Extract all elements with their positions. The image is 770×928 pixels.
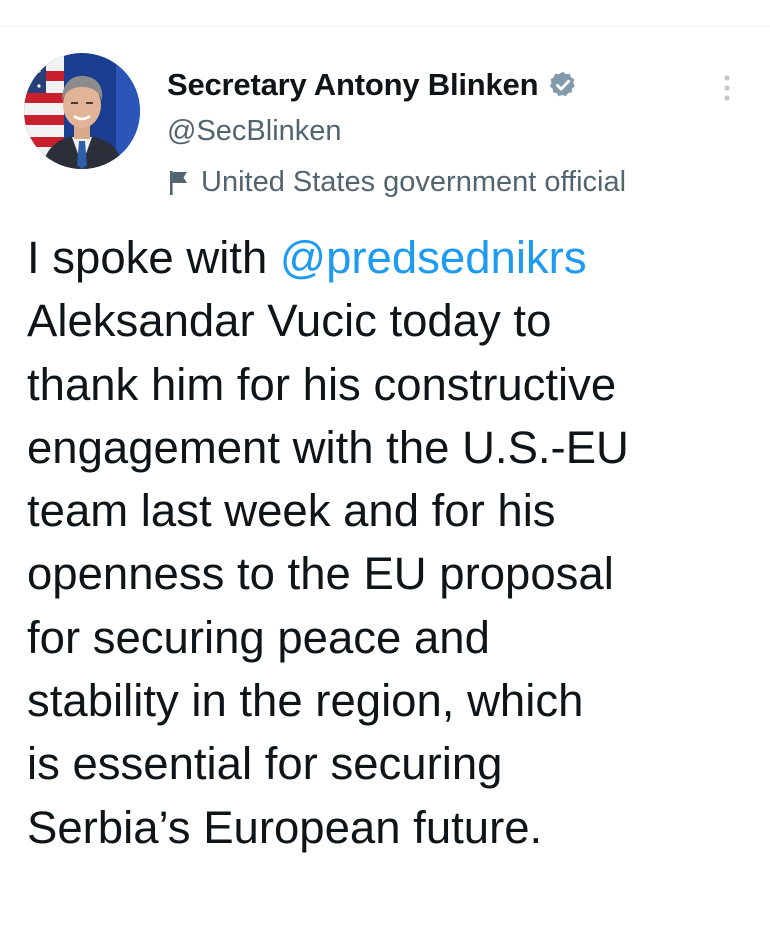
government-official-label: United States government official (201, 165, 627, 198)
tweet-text-line: for securing peace and (27, 611, 490, 663)
verified-badge-icon[interactable] (548, 70, 578, 100)
tweet-text-line: Aleksandar Vucic today to (27, 295, 552, 347)
tweet-text-line: openness to the EU proposal (27, 548, 614, 600)
flag-icon (167, 167, 191, 197)
government-label-row: United States government official (167, 162, 757, 202)
author-handle[interactable]: @SecBlinken (167, 110, 757, 152)
tweet-text-segment: I spoke with (27, 232, 280, 283)
more-vertical-icon[interactable] (712, 68, 742, 108)
tweet-text-line: thank him for his constructive (27, 358, 617, 410)
tweet: Secretary Antony Blinken @SecBlinken Uni… (0, 0, 770, 928)
tweet-text-line: I spoke with @predsednikrs (27, 226, 762, 289)
tweet-text-line: stability in the region, which (27, 675, 584, 727)
tweet-text-line: is essential for securing (27, 738, 503, 790)
tweet-text-line: Serbia’s European future. (27, 801, 543, 853)
tweet-text-line: engagement with the U.S.-EU (27, 421, 629, 473)
tweet-text: I spoke with @predsednikrs Aleksandar Vu… (27, 226, 762, 859)
author-display-name[interactable]: Secretary Antony Blinken (167, 67, 539, 103)
avatar-photo (24, 53, 140, 169)
tweet-header: Secretary Antony Blinken @SecBlinken Uni… (167, 62, 757, 202)
name-row: Secretary Antony Blinken (167, 62, 757, 108)
tweet-text-line: team last week and for his (27, 485, 556, 537)
mention-link[interactable]: @predsednikrs (280, 232, 587, 283)
author-avatar[interactable] (24, 53, 140, 169)
